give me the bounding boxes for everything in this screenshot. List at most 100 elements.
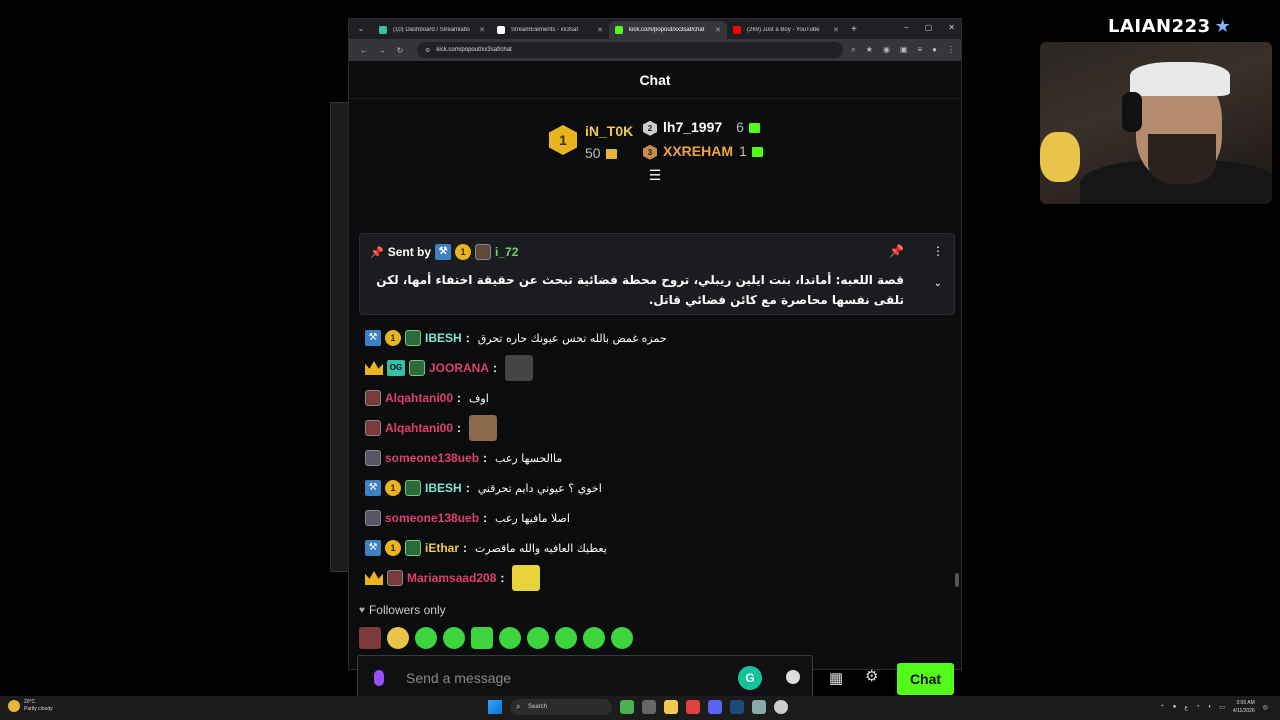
microphone-icon[interactable] [374,670,384,686]
emote-icon[interactable] [611,627,633,649]
extensions-puzzle-icon[interactable]: ▣ [900,45,908,55]
zoom-icon[interactable]: ⌕ [851,45,855,55]
more-options-icon[interactable]: ⋮ [932,244,944,258]
emoji-icon[interactable] [786,670,800,684]
leaderboard-third-count: 1 [739,143,747,159]
obs-icon[interactable] [686,700,700,714]
subscriber-badge-icon [387,570,403,586]
unpin-icon[interactable]: 📌 [889,244,904,258]
browser-tab[interactable]: kick.com/popout/xx3saf/chat ✕ [609,21,727,39]
gear-icon[interactable]: ⚙ [865,667,878,685]
network-icon[interactable]: ◔ [1196,704,1200,710]
chat-emote-icon[interactable] [469,415,498,441]
volume-icon[interactable]: ◖ [1208,704,1212,710]
browser-tab[interactable]: StreamElements - xx3saf ✕ [491,21,609,39]
notification-icon[interactable]: ◎ [1263,704,1268,711]
terminal-icon[interactable] [642,700,656,714]
emote-icon[interactable] [499,627,521,649]
tab-bar: ⌄ (10) Dashboard / Streamlabs ✕ StreamElem… [349,19,961,39]
menu-dots-icon[interactable]: ⋮ [947,45,955,55]
chevron-down-icon[interactable]: ⌄ [934,278,942,289]
gift-icon [751,147,763,158]
taskbar-search[interactable]: Search [510,699,612,715]
file-explorer-icon[interactable] [664,700,678,714]
clock[interactable]: 3:06 AM 4/11/2026 [1233,699,1255,715]
message-input[interactable]: Send a message G [357,655,813,701]
chat-username[interactable]: Alqahtani00 [385,421,453,435]
bookmark-star-icon[interactable]: ★ [866,45,873,55]
browser-tab[interactable]: (10) Dashboard / Streamlabs ✕ [373,21,491,39]
moderator-badge-icon: ⚒ [365,540,381,556]
chat-username[interactable]: iEthar [425,541,459,555]
tray-chevron-icon[interactable]: ⌃ [1160,704,1165,711]
chat-emote-icon[interactable] [512,565,541,591]
extension-icon[interactable]: ◉ [883,45,890,55]
chat-username[interactable]: IBESH [425,481,462,495]
leaderboard-second-count: 6 [736,119,744,135]
tab-close-icon[interactable]: ✕ [597,26,603,34]
collapse-leaderboard-icon[interactable]: ☰ [647,167,663,184]
pinned-username[interactable]: i_72 [495,245,518,259]
settings-app-icon[interactable] [774,700,788,714]
minimize-icon[interactable]: – [904,23,908,32]
chat-username[interactable]: JOORANA [429,361,489,375]
media-icon[interactable]: ≡ [917,45,922,55]
browser-tab[interactable]: (269) Just a Boy - YouTube ✕ [727,21,845,39]
message-list: ⚒ 1 IBESH: حمزه غمض بالله تحس عيونك حاره تح… [365,323,955,593]
tab-title: StreamElements - xx3saf [511,27,579,33]
profile-avatar-icon[interactable]: ● [932,45,937,55]
new-tab-button[interactable]: + [851,24,857,35]
gifter-badge-icon: 1 [455,244,472,260]
emote-icon[interactable] [471,627,493,649]
chat-username[interactable]: someone138ueb [385,451,479,465]
close-window-icon[interactable]: ✕ [948,23,955,32]
emote-icon[interactable] [527,627,549,649]
weather-widget[interactable]: 20°C Partly cloudy [8,699,53,713]
weather-desc: Partly cloudy [24,706,53,712]
grammarly-icon[interactable]: G [738,666,762,690]
tab-close-icon[interactable]: ✕ [833,26,839,34]
store-icon[interactable]: ▦ [829,669,845,687]
subscriber-badge-icon [365,390,381,406]
tab-close-icon[interactable]: ✕ [715,26,721,34]
url-field[interactable]: ⚙ kick.com/popout/xx3saf/chat [417,42,844,58]
reload-icon[interactable]: ↻ [391,46,409,55]
leaderboard-second[interactable]: 2 lh7_1997 6 [643,119,760,136]
tab-close-icon[interactable]: ✕ [479,26,485,34]
username-separator: : [493,361,498,375]
site-info-icon[interactable]: ⚙ [425,47,430,54]
emote-icon[interactable] [415,627,437,649]
chat-message: OG JOORANA: [365,353,955,383]
windows-start-icon[interactable] [488,700,502,714]
browser-window: ⌄ (10) Dashboard / Streamlabs ✕ StreamElem… [348,18,962,701]
chrome-icon[interactable] [620,700,634,714]
emote-icon[interactable] [443,627,465,649]
emote-icon[interactable] [387,627,409,649]
send-chat-button[interactable]: Chat [897,663,954,695]
leaderboard-third[interactable]: 3 XXREHAM 1 [643,143,763,160]
chat-scrollbar[interactable] [955,573,959,587]
chat-username[interactable]: someone138ueb [385,511,479,525]
tab-search-icon[interactable]: ⌄ [353,21,369,37]
emote-icon[interactable] [555,627,577,649]
discord-icon[interactable] [708,700,722,714]
chat-emote-icon[interactable] [505,355,534,381]
forward-icon[interactable]: → [373,46,391,55]
battery-icon[interactable]: ▭ [1219,704,1225,711]
chat-username[interactable]: IBESH [425,331,462,345]
maximize-icon[interactable]: ▢ [925,23,933,32]
chat-username[interactable]: Alqahtani00 [385,391,453,405]
moderator-badge-icon: ⚒ [365,480,381,496]
gifter-badge-icon: 1 [385,540,401,556]
app-icon[interactable] [752,700,766,714]
tab-favicon-icon [733,26,741,34]
chat-username[interactable]: Mariamsaad208 [407,571,496,585]
emote-icon[interactable] [359,627,381,649]
steam-icon[interactable] [730,700,744,714]
language-icon[interactable]: ع [1184,704,1188,711]
streamer-name: LAIAN223 [1108,16,1211,37]
emote-icon[interactable] [583,627,605,649]
gifter-badge-icon: 1 [385,480,401,496]
back-icon[interactable]: ← [355,46,373,55]
tray-app-icon[interactable]: ● [1173,704,1177,710]
